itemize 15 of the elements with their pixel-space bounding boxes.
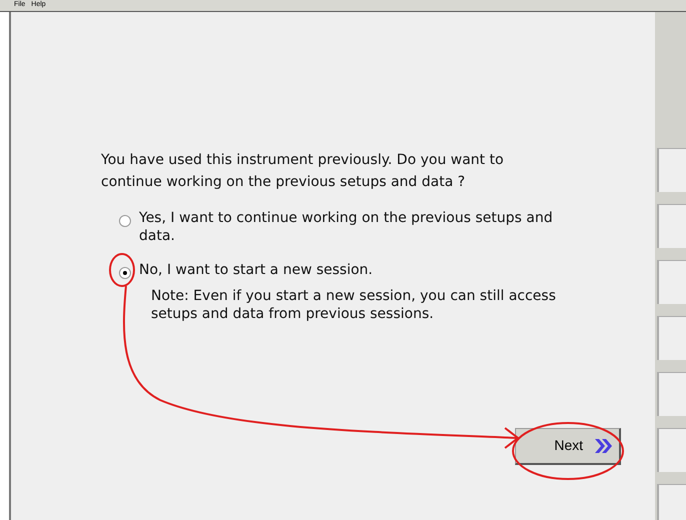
double-chevron-icon — [593, 436, 613, 454]
softkey-button[interactable] — [657, 316, 686, 360]
question-text: You have used this instrument previously. Do you want to continue working on the previous setups and data ? — [101, 150, 505, 192]
softkey-button[interactable] — [657, 484, 686, 520]
next-button[interactable]: Next — [515, 428, 621, 464]
softkey-button[interactable] — [657, 204, 686, 248]
option-label[interactable]: Yes, I want to continue working on the previous setups and data. — [139, 208, 579, 244]
softkey-button[interactable] — [657, 148, 686, 192]
radio-button[interactable] — [119, 214, 131, 226]
softkey-button[interactable] — [657, 428, 686, 472]
softkey-button[interactable] — [657, 260, 686, 304]
option-label[interactable]: No, I want to start a new session. — [139, 260, 579, 278]
radio-button[interactable] — [119, 266, 131, 278]
softkey-button[interactable] — [657, 372, 686, 416]
note-text: Note: Even if you start a new session, you can still access setups and data from previous sessions. — [151, 286, 557, 322]
